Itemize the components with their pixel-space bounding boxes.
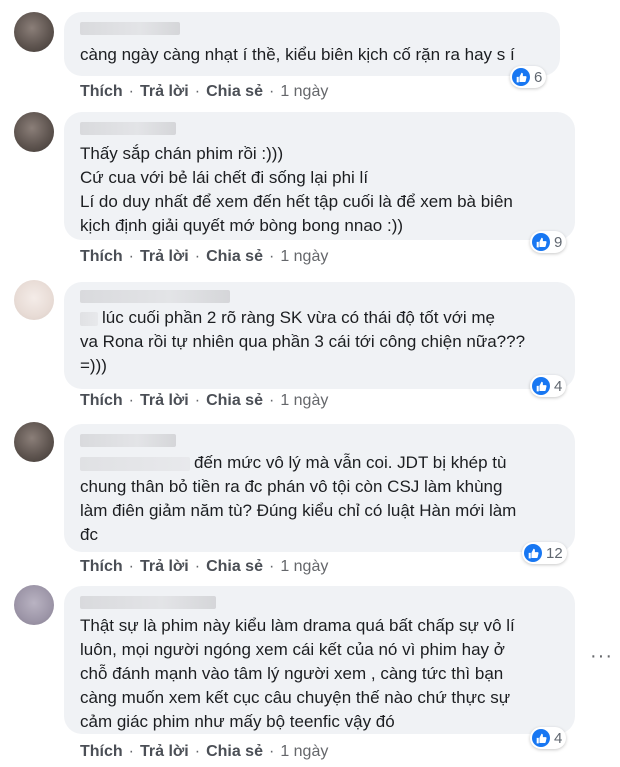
reaction-number: 4 (554, 377, 563, 395)
separator: · (268, 248, 275, 265)
avatar[interactable] (14, 112, 54, 152)
redacted-text (80, 311, 98, 326)
avatar[interactable] (14, 280, 54, 320)
comment-line-text: lúc cuối phần 2 rõ ràng SK vừa có thái đ… (102, 308, 495, 327)
reply-button[interactable]: Trả lời (140, 83, 189, 101)
comment-line: lúc cuối phần 2 rõ ràng SK vừa có thái đ… (80, 306, 525, 330)
comment-line: càng muốn xem kết cục câu chuyện thế nào… (80, 688, 511, 707)
separator: · (268, 743, 275, 760)
thumbs-up-icon (532, 377, 550, 395)
separator: · (128, 248, 134, 265)
separator: · (194, 558, 201, 575)
like-button[interactable]: Thích (80, 743, 123, 761)
avatar[interactable] (14, 585, 54, 625)
comment-line: kịch định giải quyết mớ bòng bong nnao :… (80, 216, 404, 235)
comment-line: Cứ cua với bẻ lái chết đi sống lại phi l… (80, 168, 369, 187)
thumbs-up-icon (512, 68, 530, 86)
timestamp[interactable]: 1 ngày (280, 558, 328, 576)
share-button[interactable]: Chia sẻ (206, 392, 263, 410)
author-name-redacted[interactable] (80, 22, 180, 35)
comment-line: càng ngày càng nhạt í thề, kiểu biên kịc… (80, 45, 515, 64)
comment-line: làm điên giảm năm tù? Đúng kiểu chỉ có l… (80, 501, 517, 520)
avatar[interactable] (14, 12, 54, 52)
comment-text: đến mức vô lý mà vẫn coi. JDT bị khép tù… (80, 451, 516, 547)
reaction-number: 9 (554, 233, 563, 251)
timestamp[interactable]: 1 ngày (280, 83, 328, 101)
separator: · (128, 83, 134, 100)
share-button[interactable]: Chia sẻ (206, 743, 263, 761)
separator: · (194, 248, 201, 265)
share-button[interactable]: Chia sẻ (206, 83, 263, 101)
reaction-number: 12 (546, 544, 563, 562)
comment-text: Thật sự là phim này kiểu làm drama quá b… (80, 614, 515, 734)
reply-button[interactable]: Trả lời (140, 248, 189, 266)
comment-line: chung thân bỏ tiền ra đc phán vô tội còn… (80, 477, 503, 496)
reply-button[interactable]: Trả lời (140, 558, 189, 576)
author-name-redacted[interactable] (80, 434, 176, 447)
comment-actions: Thích · Trả lời · Chia sẻ · 1 ngày (80, 247, 328, 267)
avatar[interactable] (14, 422, 54, 462)
like-button[interactable]: Thích (80, 83, 123, 101)
share-button[interactable]: Chia sẻ (206, 248, 263, 266)
separator: · (128, 558, 134, 575)
comment-line: Lí do duy nhất để xem đến hết tập cuối l… (80, 192, 513, 211)
comment-line: Thật sự là phim này kiểu làm drama quá b… (80, 616, 515, 635)
thumbs-up-icon (524, 544, 542, 562)
timestamp[interactable]: 1 ngày (280, 248, 328, 266)
comment-text: lúc cuối phần 2 rõ ràng SK vừa có thái đ… (80, 306, 525, 378)
reaction-count[interactable]: 9 (530, 231, 567, 253)
like-button[interactable]: Thích (80, 392, 123, 410)
comment-bubble: Thấy sắp chán phim rồi :))) Cứ cua với b… (64, 112, 575, 240)
like-button[interactable]: Thích (80, 248, 123, 266)
reaction-count[interactable]: 6 (510, 66, 547, 88)
comment-text: Thấy sắp chán phim rồi :))) Cứ cua với b… (80, 142, 513, 238)
comment-line: cảm giác phim như mấy bộ teenfic vậy đó (80, 712, 395, 731)
comment-line-text: đến mức vô lý mà vẫn coi. JDT bị khép tù (194, 453, 507, 472)
author-name-redacted[interactable] (80, 290, 230, 303)
reaction-count[interactable]: 4 (530, 375, 567, 397)
separator: · (128, 392, 134, 409)
separator: · (194, 83, 201, 100)
comment-line: =))) (80, 356, 107, 375)
separator: · (194, 743, 201, 760)
thumbs-up-icon (532, 729, 550, 747)
reaction-number: 4 (554, 729, 563, 747)
thumbs-up-icon (532, 233, 550, 251)
author-name-redacted[interactable] (80, 596, 216, 609)
comment-bubble: đến mức vô lý mà vẫn coi. JDT bị khép tù… (64, 424, 575, 552)
share-button[interactable]: Chia sẻ (206, 558, 263, 576)
comment-line: đc (80, 525, 98, 544)
timestamp[interactable]: 1 ngày (280, 392, 328, 410)
reply-button[interactable]: Trả lời (140, 392, 189, 410)
comment-text: càng ngày càng nhạt í thề, kiểu biên kịc… (80, 43, 515, 67)
comment-bubble: càng ngày càng nhạt í thề, kiểu biên kịc… (64, 12, 560, 76)
comment-actions: Thích · Trả lời · Chia sẻ · 1 ngày (80, 391, 328, 411)
comment-actions: Thích · Trả lời · Chia sẻ · 1 ngày (80, 557, 328, 577)
comment-bubble: Thật sự là phim này kiểu làm drama quá b… (64, 586, 575, 734)
timestamp[interactable]: 1 ngày (280, 743, 328, 761)
comment-line: chỗ đánh mạnh vào tâm lý người xem , càn… (80, 664, 504, 683)
author-name-redacted[interactable] (80, 122, 176, 135)
comment-actions: Thích · Trả lời · Chia sẻ · 1 ngày (80, 742, 328, 762)
reply-button[interactable]: Trả lời (140, 743, 189, 761)
comment-actions: Thích · Trả lời · Chia sẻ · 1 ngày (80, 82, 328, 102)
separator: · (128, 743, 134, 760)
separator: · (268, 392, 275, 409)
like-button[interactable]: Thích (80, 558, 123, 576)
redacted-text (80, 456, 190, 471)
reaction-number: 6 (534, 68, 543, 86)
separator: · (268, 558, 275, 575)
reaction-count[interactable]: 4 (530, 727, 567, 749)
comment-line: đến mức vô lý mà vẫn coi. JDT bị khép tù (80, 451, 516, 475)
reaction-count[interactable]: 12 (522, 542, 567, 564)
comment-line: Thấy sắp chán phim rồi :))) (80, 144, 284, 163)
separator: · (268, 83, 275, 100)
comment-line: luôn, mọi người ngóng xem cái kết của nó… (80, 640, 505, 659)
separator: · (194, 392, 201, 409)
comment-bubble: lúc cuối phần 2 rõ ràng SK vừa có thái đ… (64, 282, 575, 389)
comment-line: va Rona rồi tự nhiên qua phần 3 cái tới … (80, 332, 526, 351)
more-options-icon[interactable]: ··· (590, 645, 613, 668)
